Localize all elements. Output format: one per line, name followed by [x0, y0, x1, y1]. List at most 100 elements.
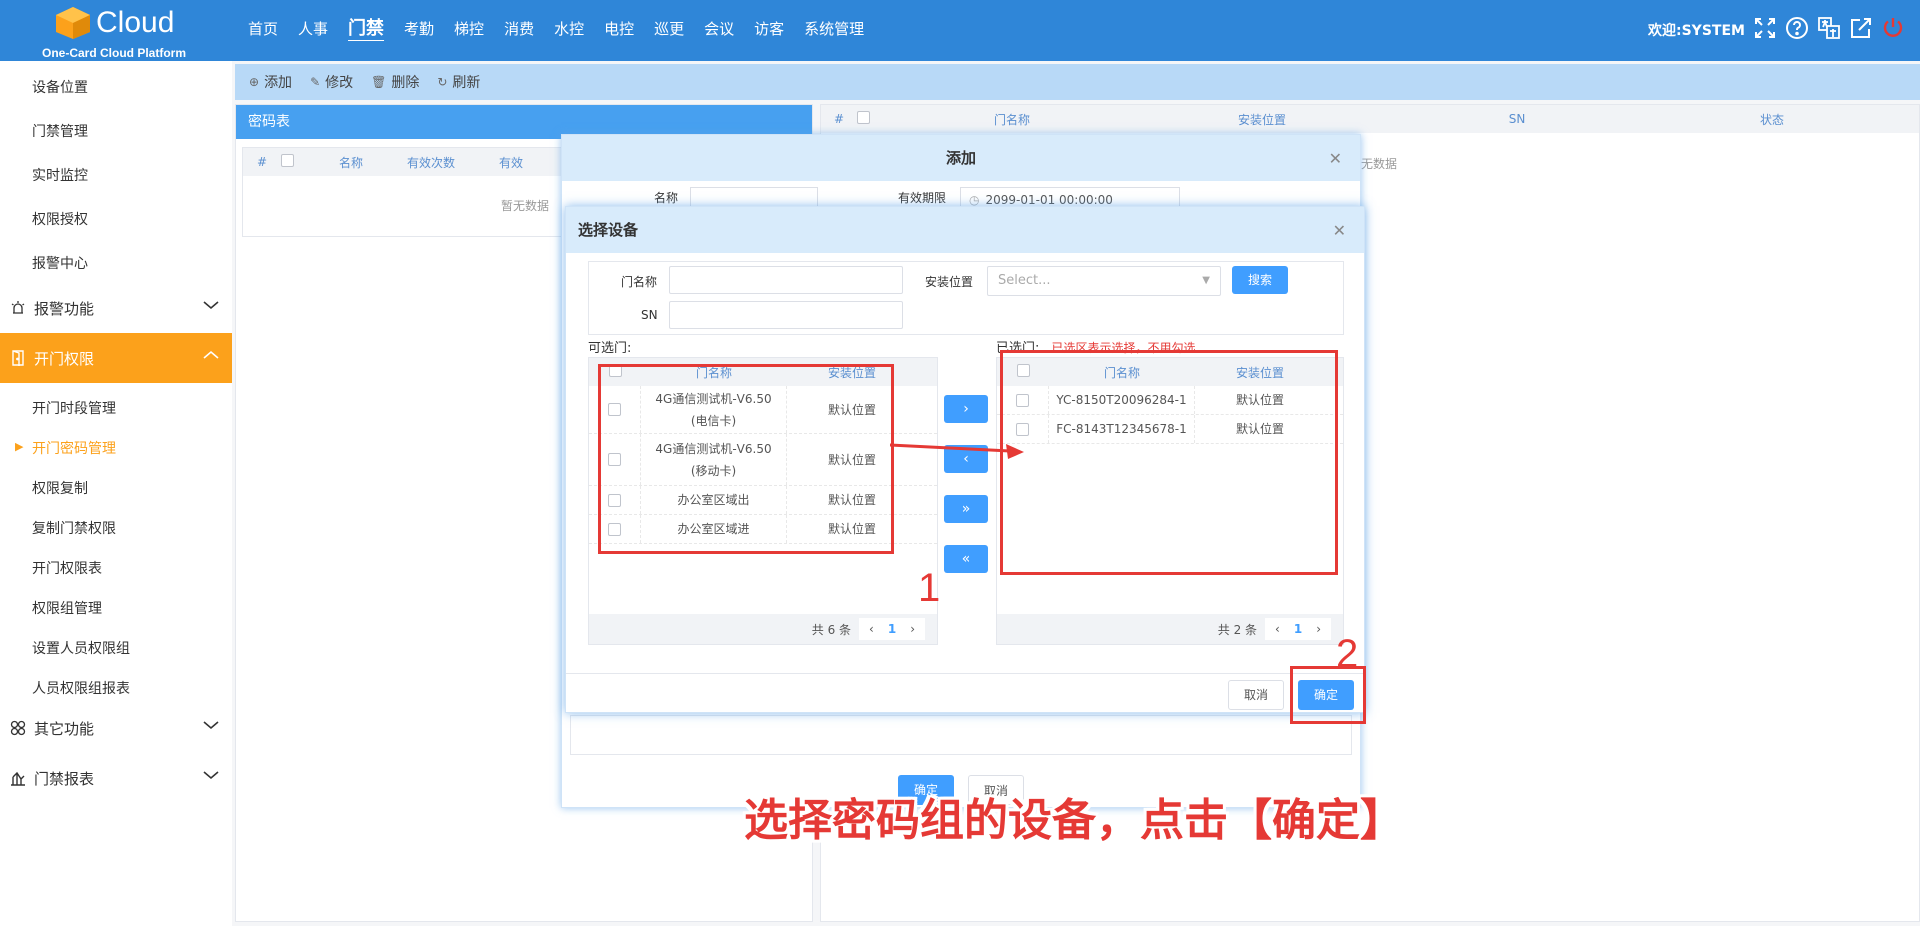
- chevron-down-icon: ▼: [1202, 275, 1210, 286]
- total-count: 共 6 条: [811, 622, 852, 637]
- sn-input[interactable]: [669, 301, 903, 329]
- edit-button[interactable]: ✎ 修改: [310, 72, 353, 92]
- edit-external-icon[interactable]: [1848, 15, 1874, 41]
- install-location-label: 安装位置: [925, 275, 974, 289]
- clover-icon: [10, 719, 28, 737]
- nav-meeting[interactable]: 会议: [694, 0, 744, 58]
- sidebar-item-realtime-monitor[interactable]: 实时监控: [32, 165, 88, 185]
- annotation-box-selected: [1000, 350, 1338, 575]
- total-count: 共 2 条: [1217, 622, 1258, 637]
- list-footer: 共 6 条 ‹ 1 ›: [589, 614, 937, 644]
- col-name: 名称: [338, 155, 363, 170]
- annotation-caption: 选择密码组的设备，点击【确定】: [744, 795, 1404, 846]
- door-name-input[interactable]: [669, 266, 903, 294]
- next-page-icon[interactable]: ›: [1316, 622, 1321, 636]
- welcome-text: 欢迎:SYSTEM: [1648, 23, 1745, 39]
- sidebar-item-open-permission-table[interactable]: 开门权限表: [32, 558, 102, 578]
- clock-icon: ◷: [969, 193, 980, 207]
- next-page-icon[interactable]: ›: [910, 622, 915, 636]
- logo-cube-icon: [56, 7, 90, 39]
- toolbar: ⊕ 添加 ✎ 修改 🗑 删除 ↻ 刷新: [235, 64, 1920, 100]
- nav-home[interactable]: 首页: [238, 0, 288, 58]
- dialog-title: 添加: [562, 135, 1360, 181]
- add-button[interactable]: ⊕ 添加: [249, 72, 292, 92]
- refresh-button[interactable]: ↻ 刷新: [437, 72, 480, 92]
- nav-attendance[interactable]: 考勤: [394, 0, 444, 58]
- logo-text: Cloud: [96, 6, 175, 39]
- sidebar-item-person-permission-group-report[interactable]: 人员权限组报表: [32, 678, 130, 698]
- sidebar-item-set-person-permission-group[interactable]: 设置人员权限组: [32, 638, 130, 658]
- nav-water[interactable]: 水控: [544, 0, 594, 58]
- sidebar-item-device-location[interactable]: 设备位置: [32, 77, 88, 97]
- nav-electric[interactable]: 电控: [594, 0, 644, 58]
- main-nav: 首页 人事 门禁 考勤 梯控 消费 水控 电控 巡更 会议 访客 系统管理: [238, 0, 874, 58]
- move-right-button[interactable]: ›: [944, 395, 988, 423]
- header-icons: [1752, 15, 1906, 41]
- cancel-button[interactable]: 取消: [1228, 680, 1284, 710]
- sidebar-group-open-permission[interactable]: 开门权限: [0, 333, 232, 383]
- prev-page-icon[interactable]: ‹: [1275, 622, 1280, 636]
- nav-personnel[interactable]: 人事: [288, 0, 338, 58]
- prev-page-icon[interactable]: ‹: [869, 622, 874, 636]
- sidebar-item-permission-copy[interactable]: 权限复制: [32, 478, 88, 498]
- list-footer: 共 2 条 ‹ 1 ›: [997, 614, 1343, 644]
- sidebar-item-open-password-management[interactable]: 开门密码管理: [15, 438, 116, 458]
- move-all-left-button[interactable]: «: [944, 545, 988, 573]
- close-icon[interactable]: ✕: [1329, 149, 1342, 168]
- delete-button[interactable]: 🗑 删除: [371, 72, 419, 92]
- dialog-footer: 取消 确定: [566, 673, 1364, 713]
- alarm-bell-icon: [10, 299, 28, 317]
- col-index: #: [833, 112, 845, 126]
- fullscreen-icon[interactable]: [1752, 15, 1778, 41]
- sidebar-item-alarm-center[interactable]: 报警中心: [32, 253, 88, 273]
- chevron-down-icon: [203, 721, 219, 730]
- empty-text: 无数据: [1361, 157, 1398, 171]
- door-name-label: 门名称: [621, 275, 658, 289]
- top-header: Cloud One-Card Cloud Platform 首页 人事 门禁 考…: [0, 0, 1920, 61]
- sidebar-item-open-time-management[interactable]: 开门时段管理: [32, 398, 116, 418]
- name-label: 名称: [654, 191, 679, 205]
- power-icon[interactable]: [1880, 15, 1906, 41]
- search-button[interactable]: 搜索: [1232, 266, 1288, 294]
- header-checkbox[interactable]: [281, 154, 311, 170]
- help-icon[interactable]: [1784, 15, 1810, 41]
- search-form: 门名称 安装位置 Select... ▼ 搜索 SN: [588, 261, 1344, 335]
- sidebar-item-copy-door-permission[interactable]: 复制门禁权限: [32, 518, 116, 538]
- col-status: 状态: [1759, 112, 1784, 127]
- refresh-icon: ↻: [437, 75, 448, 89]
- sidebar-group-report[interactable]: 门禁报表: [0, 753, 232, 803]
- sidebar-group-label: 门禁报表: [34, 769, 95, 788]
- sidebar-group-label: 开门权限: [34, 349, 95, 368]
- sidebar-item-authorization[interactable]: 权限授权: [32, 209, 88, 229]
- sidebar-group-label: 报警功能: [34, 299, 95, 318]
- annotation-arrow: [890, 443, 1024, 459]
- pencil-icon: ✎: [310, 75, 321, 89]
- header-checkbox[interactable]: [857, 111, 887, 127]
- page-number[interactable]: 1: [888, 622, 896, 636]
- nav-patrol[interactable]: 巡更: [644, 0, 694, 58]
- add-label: 添加: [264, 75, 293, 91]
- col-valid: 有效: [498, 155, 523, 170]
- nav-visitor[interactable]: 访客: [744, 0, 794, 58]
- sidebar-item-door-management[interactable]: 门禁管理: [32, 121, 88, 141]
- double-chevron-left-icon: «: [961, 551, 971, 567]
- close-icon[interactable]: ✕: [1333, 221, 1346, 240]
- nav-elevator[interactable]: 梯控: [444, 0, 494, 58]
- move-all-right-button[interactable]: »: [944, 495, 988, 523]
- refresh-label: 刷新: [452, 75, 481, 91]
- install-location-select[interactable]: Select... ▼: [987, 266, 1221, 296]
- sidebar-item-permission-group-management[interactable]: 权限组管理: [32, 598, 102, 618]
- page-number[interactable]: 1: [1294, 622, 1302, 636]
- translate-icon[interactable]: [1816, 15, 1842, 41]
- sidebar-group-other[interactable]: 其它功能: [0, 703, 232, 753]
- dialog-title: 选择设备: [566, 207, 1364, 253]
- sidebar-group-alarm[interactable]: 报警功能: [0, 283, 232, 333]
- nav-consumption[interactable]: 消费: [494, 0, 544, 58]
- col-door-name: 门名称: [993, 112, 1030, 127]
- nav-system[interactable]: 系统管理: [794, 0, 874, 58]
- chevron-down-icon: [203, 301, 219, 310]
- chevron-up-icon: [203, 350, 219, 359]
- install-location-placeholder: Select...: [998, 273, 1051, 288]
- nav-access-control[interactable]: 门禁: [338, 0, 394, 58]
- col-valid-times: 有效次数: [406, 155, 455, 170]
